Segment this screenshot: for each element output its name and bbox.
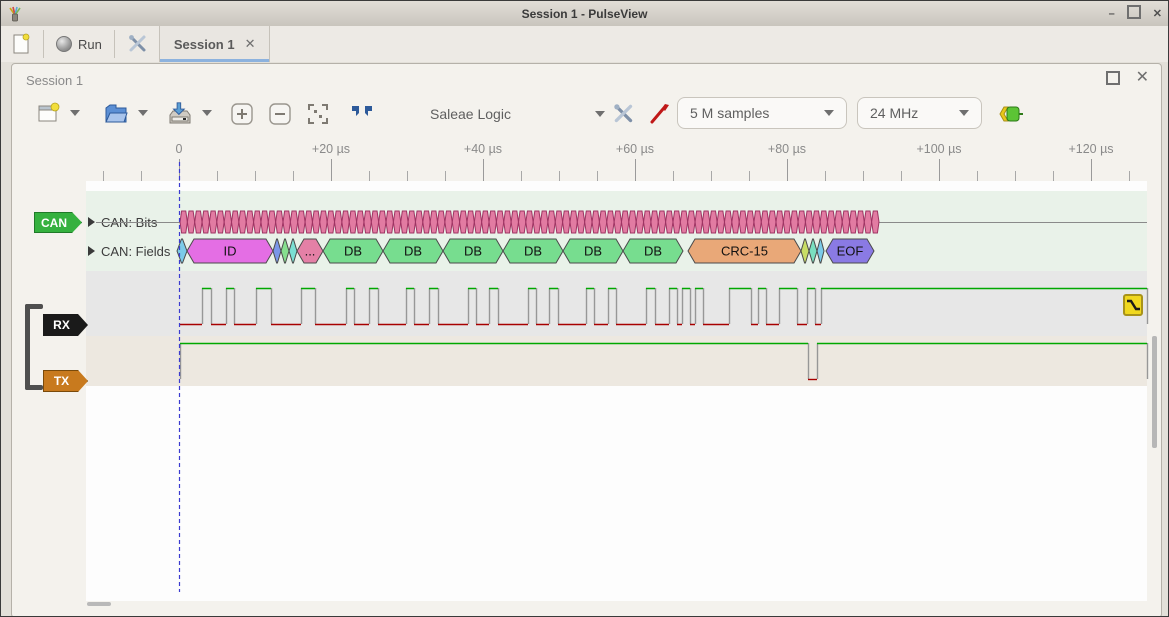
run-state-icon — [56, 36, 72, 52]
minimize-button[interactable]: – — [1109, 8, 1115, 20]
wrench-screwdriver-icon — [612, 102, 636, 126]
new-session-icon — [11, 33, 31, 55]
add-decoder-button[interactable] — [992, 96, 1028, 132]
sample-rate-value: 24 MHz — [870, 105, 918, 121]
channel-group-bracket — [25, 304, 30, 390]
window-title: Session 1 - PulseView — [1, 7, 1168, 21]
session-toolbar: Saleae Logic 5 M samples — [12, 94, 1161, 138]
rx-row-background — [86, 271, 1147, 336]
show-cursors-button[interactable] — [344, 96, 380, 132]
zoom-in-icon — [230, 102, 254, 126]
chevron-down-icon — [824, 110, 834, 116]
channel-group-bracket — [25, 385, 43, 390]
new-view-button[interactable] — [30, 96, 66, 132]
expander-can-fields[interactable] — [88, 246, 95, 256]
horizontal-scrollbar-thumb[interactable] — [87, 602, 111, 606]
run-label: Run — [78, 37, 102, 52]
pulseview-app-icon — [7, 5, 23, 23]
expander-can-bits[interactable] — [88, 217, 95, 227]
new-session-button[interactable] — [1, 26, 41, 62]
toolbar-separator — [43, 30, 44, 58]
main-toolbar: Run Session 1 ✕ — [1, 26, 1168, 62]
save-button[interactable] — [162, 96, 198, 132]
cursor-pair-icon — [348, 102, 376, 126]
save-icon — [167, 102, 193, 126]
sample-count-select[interactable]: 5 M samples — [677, 97, 847, 129]
open-dropdown-caret[interactable] — [138, 110, 148, 116]
row-label-can-fields: CAN: Fields — [101, 244, 170, 259]
settings-button[interactable] — [117, 26, 159, 62]
sample-count-value: 5 M samples — [690, 105, 769, 121]
decoder-tag-can[interactable]: CAN — [34, 212, 82, 233]
open-button[interactable] — [98, 96, 134, 132]
new-view-dropdown-caret[interactable] — [70, 110, 80, 116]
tab-close-icon[interactable]: ✕ — [245, 36, 256, 52]
pulseview-window: Session 1 - PulseView – ✕ Run — [0, 0, 1169, 617]
tab-label: Session 1 — [174, 37, 235, 52]
tx-row-background — [86, 336, 1147, 386]
vertical-scrollbar-thumb[interactable] — [1152, 336, 1157, 448]
channel-group-bracket — [25, 304, 43, 309]
trigger-falling-edge-icon[interactable] — [1123, 294, 1143, 316]
channels-button[interactable] — [642, 96, 678, 132]
new-view-icon — [36, 102, 60, 126]
save-dropdown-caret[interactable] — [202, 110, 212, 116]
decoder-icon — [996, 104, 1024, 124]
toolbar-separator — [114, 30, 115, 58]
wrench-screwdriver-icon — [127, 33, 149, 55]
tab-session-1[interactable]: Session 1 ✕ — [159, 26, 271, 62]
title-bar[interactable]: Session 1 - PulseView – ✕ — [1, 1, 1168, 27]
close-button[interactable]: ✕ — [1153, 7, 1162, 20]
session-title: Session 1 — [26, 73, 83, 88]
configure-device-button[interactable] — [606, 96, 642, 132]
zoom-fit-icon — [306, 102, 330, 126]
decoder-rows-background — [86, 191, 1147, 271]
session-header[interactable]: Session 1 ✕ — [12, 64, 1161, 94]
maximize-icon — [1127, 5, 1141, 19]
sample-rate-select[interactable]: 24 MHz — [857, 97, 982, 129]
open-folder-icon — [103, 102, 129, 126]
chevron-down-icon — [959, 110, 969, 116]
zoom-in-button[interactable] — [224, 96, 260, 132]
session-close-button[interactable]: ✕ — [1136, 71, 1149, 85]
zoom-out-button[interactable] — [262, 96, 298, 132]
row-label-can-bits: CAN: Bits — [101, 215, 157, 230]
session-maximize-button[interactable] — [1106, 71, 1120, 85]
device-selector[interactable]: Saleae Logic — [430, 98, 605, 130]
maximize-button[interactable] — [1127, 5, 1141, 22]
zoom-out-icon — [268, 102, 292, 126]
run-button[interactable]: Run — [46, 26, 112, 62]
chevron-down-icon — [595, 111, 605, 117]
device-selector-value: Saleae Logic — [430, 106, 511, 122]
zoom-fit-button[interactable] — [300, 96, 336, 132]
probe-icon — [648, 102, 672, 126]
